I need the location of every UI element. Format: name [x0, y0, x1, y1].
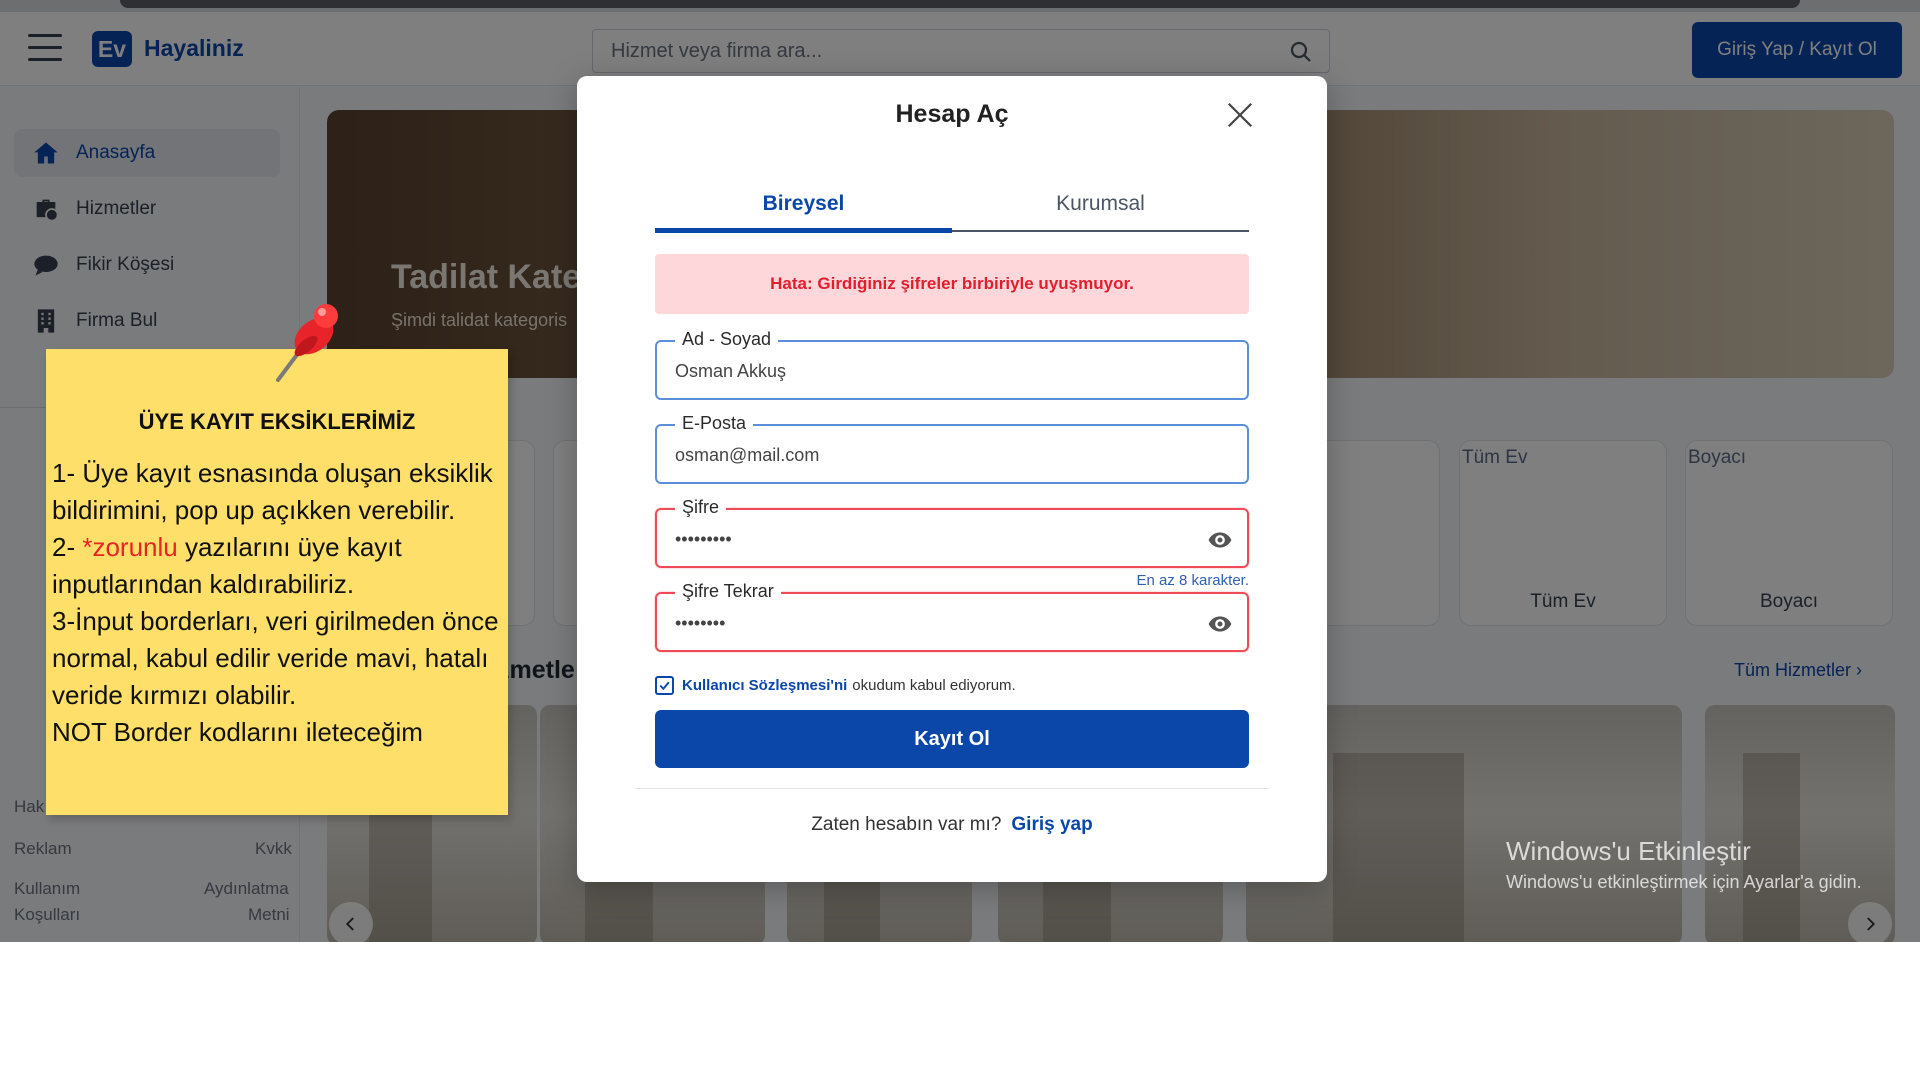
- error-alert: Hata: Girdiğiniz şifreler birbiriyle uyu…: [655, 254, 1249, 314]
- login-prompt: Zaten hesabın var mı? Giriş yap: [577, 814, 1327, 836]
- password-field: Şifre: [655, 497, 1249, 568]
- tab-individual[interactable]: Bireysel: [655, 176, 952, 232]
- note-line: 3-İnput borderları, veri girilmeden önce…: [52, 606, 499, 710]
- account-type-tabs: Bireysel Kurumsal: [655, 176, 1249, 233]
- note-highlight: *zorunlu: [82, 532, 178, 562]
- register-button[interactable]: Kayıt Ol: [655, 710, 1249, 768]
- name-input[interactable]: [675, 356, 1195, 386]
- password-field-label: Şifre: [675, 497, 727, 518]
- eye-icon[interactable]: [1207, 611, 1233, 637]
- email-field-label: E-Posta: [675, 413, 754, 434]
- note-line: 1- Üye kayıt esnasında oluşan eksiklik b…: [52, 458, 493, 525]
- modal-title: Hesap Aç: [895, 100, 1009, 128]
- name-field-label: Ad - Soyad: [675, 329, 779, 350]
- windows-activation-title: Windows'u Etkinleştir: [1506, 836, 1751, 866]
- close-icon[interactable]: [1225, 100, 1255, 130]
- signup-modal: Hesap Aç Bireysel Kurumsal Hata: Girdiği…: [577, 76, 1327, 882]
- push-pin-icon: [276, 304, 338, 382]
- name-field: Ad - Soyad: [655, 329, 1249, 400]
- user-agreement-link[interactable]: Kullanıcı Sözleşmesi'ni: [682, 677, 847, 694]
- login-link[interactable]: Giriş yap: [1011, 814, 1092, 835]
- agreement-checkbox[interactable]: [655, 676, 674, 695]
- password-repeat-field: Şifre Tekrar: [655, 581, 1249, 652]
- agreement-text: okudum kabul ediyorum.: [852, 677, 1016, 694]
- have-account-text: Zaten hesabın var mı?: [811, 814, 1002, 835]
- note-line: NOT Border kodlarını ileteceğim: [52, 717, 423, 747]
- tab-corporate[interactable]: Kurumsal: [952, 176, 1249, 232]
- active-tab-indicator: [655, 228, 952, 233]
- note-line: 2- *zorunlu yazılarını üye kayıt inputla…: [52, 529, 500, 603]
- note-text: 2-: [52, 532, 83, 562]
- note-body: 1- Üye kayıt esnasında oluşan eksiklik b…: [52, 455, 500, 751]
- email-input[interactable]: [675, 440, 1195, 470]
- windows-activation-text: Windows'u etkinleştirmek için Ayarlar'a …: [1506, 872, 1862, 892]
- eye-icon[interactable]: [1207, 527, 1233, 553]
- sticky-note: ÜYE KAYIT EKSİKLERİMİZ 1- Üye kayıt esna…: [46, 349, 508, 815]
- password-repeat-field-label: Şifre Tekrar: [675, 581, 781, 602]
- checkmark-icon: [659, 681, 670, 691]
- app-viewport: Ev Hayaliniz Giriş Yap / Kayıt Ol Anasay…: [0, 0, 1920, 942]
- password-repeat-input[interactable]: [675, 608, 1195, 638]
- note-title: ÜYE KAYIT EKSİKLERİMİZ: [138, 409, 416, 434]
- agreement-row: Kullanıcı Sözleşmesi'ni okudum kabul edi…: [655, 676, 1016, 695]
- password-input[interactable]: [675, 524, 1195, 554]
- email-field: E-Posta: [655, 413, 1249, 484]
- modal-divider: [635, 788, 1269, 789]
